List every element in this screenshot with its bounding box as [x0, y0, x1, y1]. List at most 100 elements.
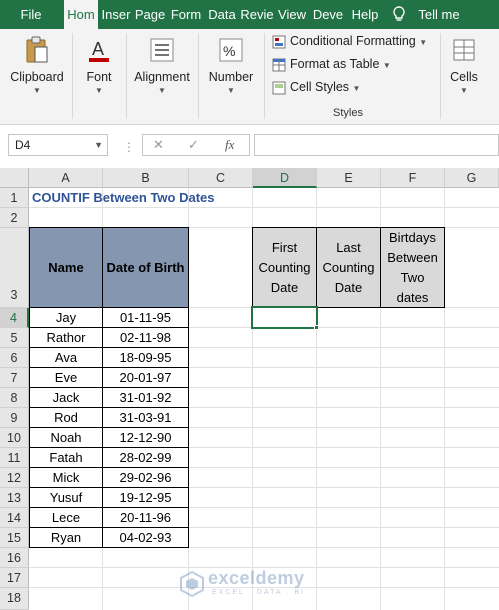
row-header-14[interactable]: 14 [0, 508, 29, 528]
chevron-down-icon[interactable]: ▼ [94, 135, 103, 155]
fill-handle[interactable] [314, 325, 319, 330]
font-icon: A [89, 39, 109, 62]
tab-view[interactable]: View [276, 0, 308, 29]
row-header-13[interactable]: 13 [0, 488, 29, 508]
table-row-dob[interactable]: 04-02-93 [102, 527, 189, 548]
birthdays-between-header[interactable]: Birtdays Between Two dates [380, 227, 445, 308]
table-row-dob[interactable]: 31-01-92 [102, 387, 189, 408]
table-row-name[interactable]: Mick [29, 467, 103, 488]
tab-file[interactable]: File [0, 0, 62, 29]
ribbon-tab-bar: File Hom Inser Page Form Data Revie View… [0, 0, 499, 29]
group-separator [264, 33, 265, 119]
clipboard-group-button[interactable]: Clipboard ▼ [6, 35, 68, 95]
table-row-dob[interactable]: 20-01-97 [102, 367, 189, 388]
first-counting-date-header[interactable]: First Counting Date [252, 227, 317, 308]
table-row-name[interactable]: Rod [29, 407, 103, 428]
table-row-name[interactable]: Ava [29, 347, 103, 368]
table-row-name[interactable]: Yusuf [29, 487, 103, 508]
table-row-name[interactable]: Ryan [29, 527, 103, 548]
row-header-7[interactable]: 7 [0, 368, 29, 388]
table-row-dob[interactable]: 19-12-95 [102, 487, 189, 508]
watermark-tagline: EXCEL · DATA · BI [212, 589, 305, 596]
column-header-b[interactable]: B [103, 168, 189, 188]
table-row-name[interactable]: Lece [29, 507, 103, 528]
row-header-16[interactable]: 16 [0, 548, 29, 568]
table-row-name[interactable]: Fatah [29, 447, 103, 468]
active-cell-d4[interactable] [251, 306, 318, 329]
number-group-button[interactable]: % Number ▼ [202, 35, 260, 95]
tab-insert[interactable]: Inser [100, 0, 132, 29]
last-counting-date-header[interactable]: Last Counting Date [316, 227, 381, 308]
tab-help[interactable]: Help [348, 0, 382, 29]
row-header-6[interactable]: 6 [0, 348, 29, 368]
name-box[interactable]: D4 ▼ [8, 134, 108, 156]
enter-icon[interactable]: ✓ [188, 137, 199, 153]
table-row-name[interactable]: Noah [29, 427, 103, 448]
table-row-dob[interactable]: 28-02-99 [102, 447, 189, 468]
format-as-table-button[interactable]: Format as Table ▼ [272, 57, 391, 77]
tab-home[interactable]: Hom [64, 0, 98, 29]
cell-styles-button[interactable]: Cell Styles ▼ [272, 80, 360, 100]
exceldemy-logo-icon [180, 570, 204, 598]
column-header-f[interactable]: F [381, 168, 445, 188]
column-header-g[interactable]: G [445, 168, 499, 188]
tab-data[interactable]: Data [206, 0, 238, 29]
table-row-dob[interactable]: 29-02-96 [102, 467, 189, 488]
header-line: Birtdays [389, 229, 436, 245]
cancel-icon[interactable]: ✕ [153, 137, 164, 153]
row-header-9[interactable]: 9 [0, 408, 29, 428]
row-header-4[interactable]: 4 [0, 308, 29, 328]
select-all-corner[interactable] [0, 168, 29, 188]
cells-icon [453, 39, 475, 61]
table-row-name[interactable]: Rathor [29, 327, 103, 348]
table-row-dob[interactable]: 02-11-98 [102, 327, 189, 348]
chevron-down-icon: ▼ [382, 61, 391, 70]
tab-page-layout[interactable]: Page [134, 0, 166, 29]
tab-formulas[interactable]: Form [168, 0, 204, 29]
row-header-5[interactable]: 5 [0, 328, 29, 348]
name-box-value: D4 [15, 138, 31, 152]
table-header-date-of-birth[interactable]: Date of Birth [102, 227, 189, 308]
table-row-dob[interactable]: 20-11-96 [102, 507, 189, 528]
table-row-dob[interactable]: 01-11-95 [102, 307, 189, 328]
chevron-down-icon: ▼ [158, 86, 166, 95]
table-row-name[interactable]: Jack [29, 387, 103, 408]
row-header-3[interactable]: 3 [0, 228, 29, 308]
tell-me-search[interactable]: Tell me [414, 0, 464, 29]
more-options-icon[interactable]: ⋮ [123, 140, 135, 154]
insert-function-icon[interactable]: fx [225, 137, 234, 153]
row-header-17[interactable]: 17 [0, 568, 29, 588]
group-separator [72, 33, 73, 119]
table-row-dob[interactable]: 12-12-90 [102, 427, 189, 448]
exceldemy-watermark: exceldemy EXCEL · DATA · BI [178, 568, 328, 600]
column-header-a[interactable]: A [29, 168, 103, 188]
row-header-8[interactable]: 8 [0, 388, 29, 408]
row-header-10[interactable]: 10 [0, 428, 29, 448]
row-header-18[interactable]: 18 [0, 588, 29, 610]
conditional-formatting-button[interactable]: Conditional Formatting ▼ [272, 34, 427, 54]
column-header-c[interactable]: C [189, 168, 253, 188]
row-header-15[interactable]: 15 [0, 528, 29, 548]
table-row-dob[interactable]: 18-09-95 [102, 347, 189, 368]
cells-group-button[interactable]: Cells ▼ [444, 35, 484, 95]
font-group-button[interactable]: A Font ▼ [76, 35, 122, 95]
table-row-dob[interactable]: 31-03-91 [102, 407, 189, 428]
table-row-name[interactable]: Jay [29, 307, 103, 328]
table-header-name[interactable]: Name [29, 227, 103, 308]
row-header-1[interactable]: 1 [0, 188, 29, 208]
header-line: Counting [258, 259, 311, 275]
row-header-2[interactable]: 2 [0, 208, 29, 228]
cell-area[interactable]: COUNTIF Between Two Dates Name Date of B… [29, 188, 499, 610]
ribbon-home: Clipboard ▼ A Font ▼ Alignment ▼ % Numbe… [0, 29, 499, 125]
lightbulb-icon[interactable] [390, 5, 408, 23]
formula-input[interactable] [254, 134, 499, 156]
alignment-group-button[interactable]: Alignment ▼ [130, 35, 194, 95]
row-header-11[interactable]: 11 [0, 448, 29, 468]
column-header-e[interactable]: E [317, 168, 381, 188]
table-row-name[interactable]: Eve [29, 367, 103, 388]
column-header-d[interactable]: D [253, 168, 317, 188]
tab-review[interactable]: Revie [240, 0, 274, 29]
tab-developer[interactable]: Deve [310, 0, 346, 29]
sheet-title[interactable]: COUNTIF Between Two Dates [32, 190, 215, 205]
row-header-12[interactable]: 12 [0, 468, 29, 488]
